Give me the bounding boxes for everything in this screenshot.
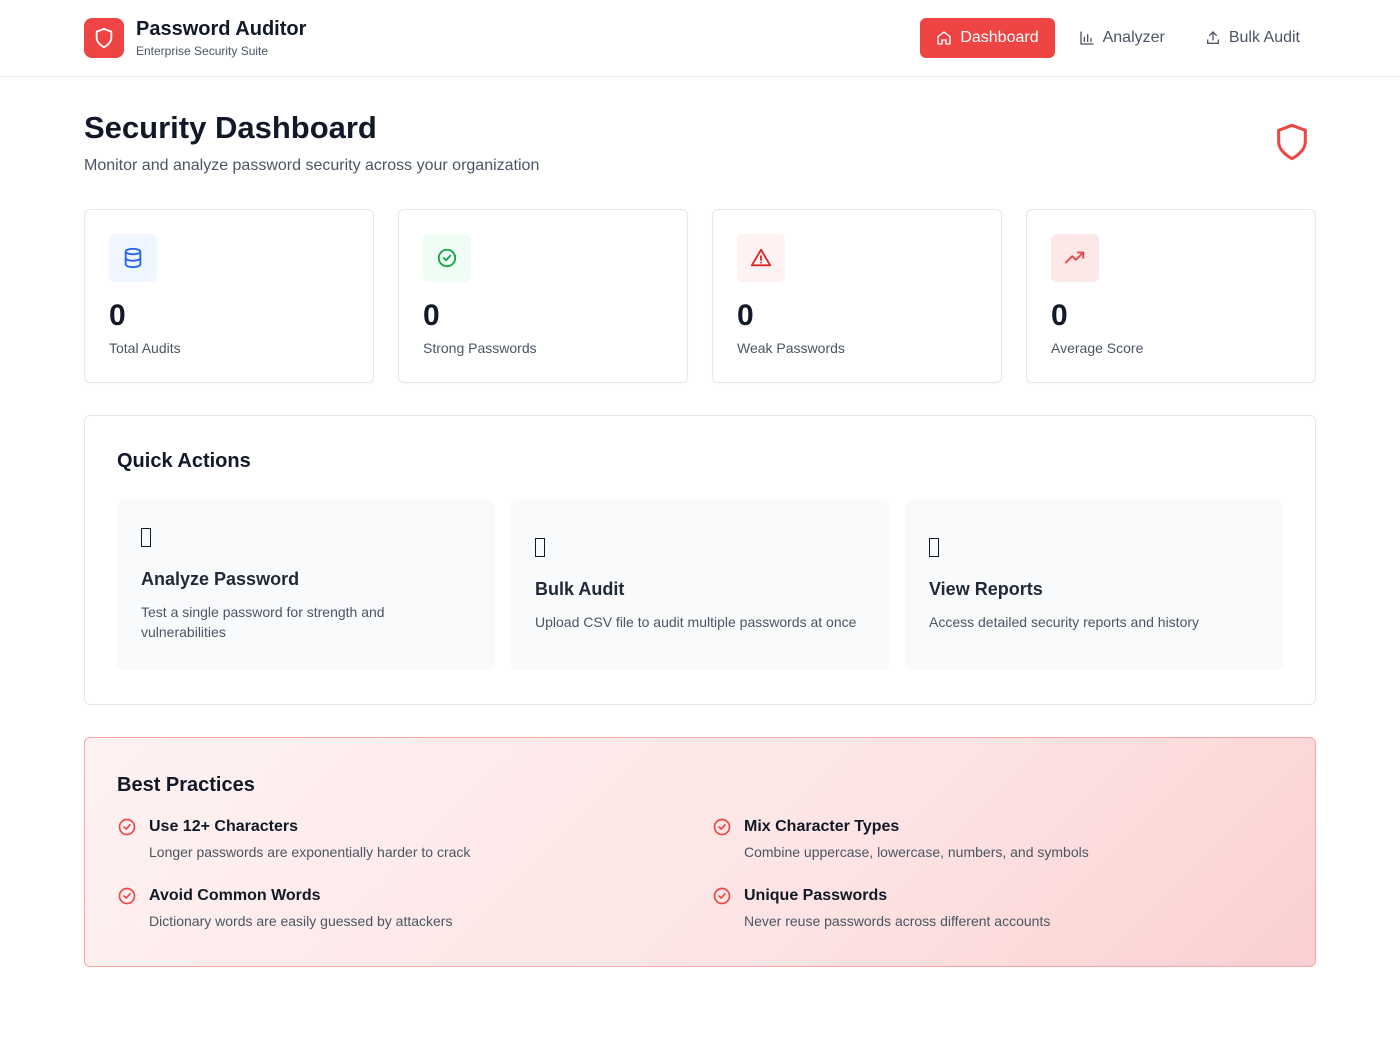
best-practices-title: Best Practices <box>117 774 255 796</box>
check-circle-icon <box>713 818 731 836</box>
action-analyze-password[interactable]: Analyze Password Test a single password … <box>117 500 495 670</box>
check-circle-icon <box>423 234 471 282</box>
action-bulk-audit[interactable]: Bulk Audit Upload CSV file to audit mult… <box>511 500 889 670</box>
missing-glyph-icon <box>141 528 151 547</box>
missing-glyph-icon <box>535 538 545 557</box>
home-icon <box>937 31 951 45</box>
stat-card-strong-passwords: 0 Strong Passwords <box>398 209 688 383</box>
nav-bulk-audit[interactable]: Bulk Audit <box>1189 18 1316 58</box>
main-content: Security Dashboard Monitor and analyze p… <box>0 77 1400 967</box>
check-circle-icon <box>713 887 731 905</box>
nav-analyzer-label: Analyzer <box>1102 29 1165 46</box>
practice-description: Dictionary words are easily guessed by a… <box>149 913 453 929</box>
stat-value: 0 <box>1051 299 1068 332</box>
stat-value: 0 <box>423 299 440 332</box>
stat-label: Average Score <box>1051 340 1144 356</box>
quick-actions-list: Analyze Password Test a single password … <box>117 500 1283 670</box>
practice-description: Combine uppercase, lowercase, numbers, a… <box>744 844 1089 860</box>
practice-item: Use 12+ Characters Longer passwords are … <box>117 817 712 860</box>
action-title: Bulk Audit <box>535 579 625 599</box>
practice-item: Mix Character Types Combine uppercase, l… <box>712 817 1283 860</box>
practice-item: Avoid Common Words Dictionary words are … <box>117 886 712 929</box>
action-view-reports[interactable]: View Reports Access detailed security re… <box>905 500 1283 670</box>
quick-actions-panel: Quick Actions Analyze Password Test a si… <box>84 415 1316 705</box>
check-circle-icon <box>118 818 136 836</box>
bar-chart-icon <box>1079 31 1094 45</box>
best-practices-panel: Best Practices Use 12+ Characters Longer… <box>84 737 1316 967</box>
app-header: Password Auditor Enterprise Security Sui… <box>0 0 1400 77</box>
stat-value: 0 <box>109 299 126 332</box>
shield-icon <box>1277 123 1307 161</box>
top-nav: Dashboard Analyzer Bulk Audit <box>920 18 1316 58</box>
page-title: Security Dashboard <box>84 110 377 145</box>
practice-title: Mix Character Types <box>744 818 900 835</box>
app-subtitle: Enterprise Security Suite <box>136 44 269 58</box>
action-description: Access detailed security reports and his… <box>929 614 1200 630</box>
warning-triangle-icon <box>737 234 785 282</box>
action-title: View Reports <box>929 579 1043 599</box>
stat-label: Total Audits <box>109 340 181 356</box>
nav-bulk-audit-label: Bulk Audit <box>1228 29 1300 46</box>
nav-dashboard[interactable]: Dashboard <box>920 18 1055 58</box>
nav-analyzer[interactable]: Analyzer <box>1063 18 1181 58</box>
practice-item: Unique Passwords Never reuse passwords a… <box>712 886 1283 929</box>
practice-title: Avoid Common Words <box>149 887 321 904</box>
page-header: Security Dashboard Monitor and analyze p… <box>84 77 1316 209</box>
action-title: Analyze Password <box>141 569 300 589</box>
practice-description: Longer passwords are exponentially harde… <box>149 844 471 860</box>
practice-description: Never reuse passwords across different a… <box>744 913 1051 929</box>
action-description: Upload CSV file to audit multiple passwo… <box>535 614 857 630</box>
stat-card-weak-passwords: 0 Weak Passwords <box>712 209 1002 383</box>
stats-row: 0 Total Audits 0 Strong Passwords 0 Weak… <box>84 209 1316 383</box>
app-title: Password Auditor <box>136 18 307 40</box>
stat-label: Strong Passwords <box>423 340 537 356</box>
stat-label: Weak Passwords <box>737 340 845 356</box>
check-circle-icon <box>118 887 136 905</box>
trending-up-icon <box>1051 234 1099 282</box>
stat-value: 0 <box>737 299 754 332</box>
stat-card-total-audits: 0 Total Audits <box>84 209 374 383</box>
practice-title: Unique Passwords <box>744 887 888 904</box>
quick-actions-title: Quick Actions <box>117 450 251 472</box>
shield-icon <box>84 18 124 58</box>
missing-glyph-icon <box>929 538 939 557</box>
stat-card-average-score: 0 Average Score <box>1026 209 1316 383</box>
action-description: Test a single password for strength and … <box>141 604 385 640</box>
database-icon <box>109 234 157 282</box>
upload-icon <box>1206 31 1219 44</box>
brand[interactable]: Password Auditor Enterprise Security Sui… <box>84 17 306 59</box>
best-practices-list: Use 12+ Characters Longer passwords are … <box>117 817 1283 929</box>
page-subtitle: Monitor and analyze password security ac… <box>84 157 540 174</box>
practice-title: Use 12+ Characters <box>149 818 298 835</box>
nav-dashboard-label: Dashboard <box>960 29 1039 46</box>
